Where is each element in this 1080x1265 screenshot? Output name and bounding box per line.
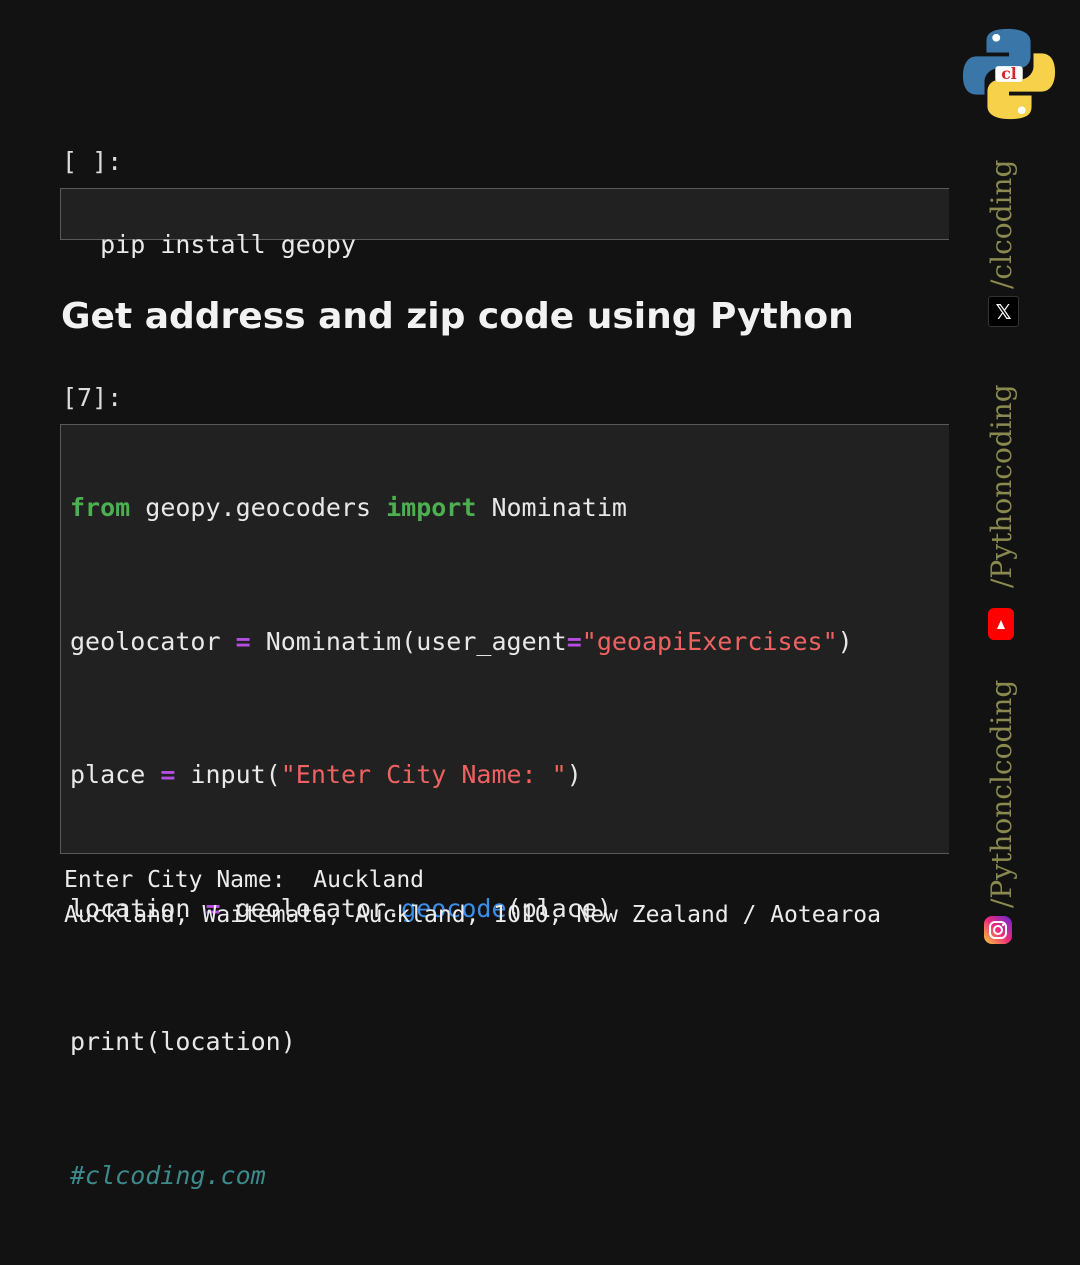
x-icon[interactable]: 𝕏 — [988, 296, 1019, 327]
code-text: Nominatim(user_agent — [250, 626, 567, 656]
play-icon — [997, 620, 1005, 629]
code-line: #clcoding.com — [70, 1161, 949, 1237]
code-text: ) — [566, 760, 582, 789]
code-text: print(location) — [70, 1027, 296, 1056]
code-string: "geoapiExercises" — [581, 626, 838, 656]
code-line: geolocator = Nominatim(user_agent="geoap… — [70, 627, 949, 703]
code-cell-1[interactable]: pip install geopy — [60, 188, 949, 259]
output-line: Enter City Name: Auckland — [64, 867, 425, 893]
code-line: place = input("Enter City Name: ") — [70, 760, 949, 836]
code-cell-2[interactable]: from geopy.geocoders import Nominatim ge… — [60, 424, 949, 1190]
code-text: input( — [175, 760, 281, 789]
code-keyword: import — [386, 493, 477, 522]
code-text: Nominatim — [476, 493, 627, 522]
code-operator: = — [566, 626, 582, 656]
code-line: print(location) — [70, 1027, 949, 1103]
code-keyword: from — [70, 493, 131, 522]
markdown-heading: Get address and zip code using Python — [61, 296, 854, 337]
cell-prompt-1: [ ]: — [62, 147, 123, 176]
code-text: geolocator — [70, 626, 236, 656]
youtube-handle-text[interactable]: /Pythoncoding — [985, 384, 1018, 588]
code-line: from geopy.geocoders import Nominatim — [70, 493, 949, 569]
code-comment: #clcoding.com — [70, 1160, 266, 1190]
code-operator: = — [235, 626, 251, 656]
code-operator: = — [160, 760, 176, 789]
instagram-icon[interactable] — [984, 916, 1012, 944]
python-logo-icon: cl — [962, 28, 1056, 120]
x-handle-text[interactable]: /clcoding — [985, 160, 1018, 289]
code-text: geopy.geocoders — [130, 493, 387, 522]
cell-prompt-2: [7]: — [62, 383, 123, 412]
code-text: pip install geopy — [100, 230, 356, 259]
x-glyph: 𝕏 — [995, 299, 1012, 324]
code-string: "Enter City Name: " — [280, 760, 567, 789]
camera-icon — [989, 921, 1007, 939]
output-line: Auckland, Waitematā, Auckland, 1010, New… — [64, 902, 881, 928]
svg-text:cl: cl — [1001, 64, 1017, 83]
youtube-icon[interactable] — [988, 608, 1014, 640]
code-text: place — [70, 760, 161, 789]
cell-output: Enter City Name: Auckland Auckland, Waite… — [64, 863, 881, 933]
instagram-handle-text[interactable]: /Pythonclcoding — [985, 680, 1018, 908]
code-text: ) — [837, 626, 853, 656]
